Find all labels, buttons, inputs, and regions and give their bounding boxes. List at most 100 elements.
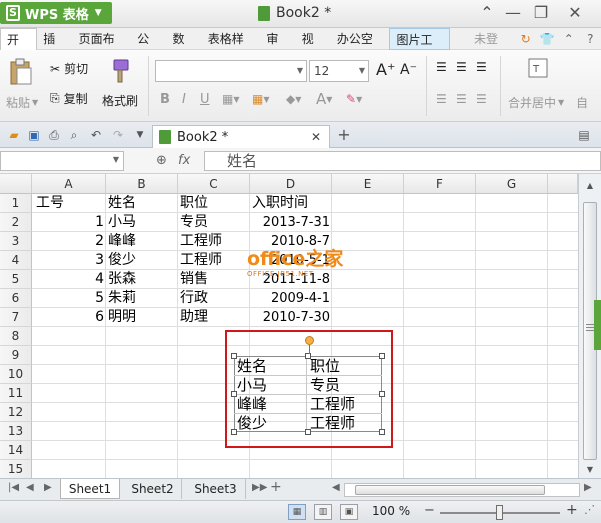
resize-handle[interactable]: [231, 429, 237, 435]
add-sheet-button[interactable]: +: [270, 479, 282, 495]
redo-icon[interactable]: ↷: [110, 127, 126, 143]
cell-b5[interactable]: 张森: [108, 270, 136, 289]
column-header-e[interactable]: E: [332, 174, 404, 194]
row-header-15[interactable]: 15: [0, 460, 32, 478]
sheet-tab-3[interactable]: Sheet3: [186, 479, 246, 499]
column-header-a[interactable]: A: [32, 174, 106, 194]
normal-view-icon[interactable]: ▦: [288, 504, 306, 520]
align-left-icon[interactable]: ☰: [436, 92, 447, 106]
underline-button[interactable]: U: [200, 92, 210, 107]
app-menu-button[interactable]: S WPS 表格 ▼: [0, 2, 112, 24]
auto-wrap-button[interactable]: 自: [576, 94, 588, 111]
paste-button[interactable]: 粘贴 ▼: [6, 94, 38, 111]
print-preview-icon[interactable]: ⌕: [66, 127, 82, 143]
restore-icon[interactable]: ❐: [530, 3, 552, 22]
formula-input[interactable]: 姓名: [204, 151, 601, 171]
chevron-down-icon[interactable]: ▼: [132, 127, 148, 143]
align-bottom-icon[interactable]: ☰: [476, 60, 487, 74]
column-header-d[interactable]: D: [250, 174, 332, 194]
cell-b2[interactable]: 小马: [108, 213, 136, 232]
cell-a3[interactable]: 2: [34, 232, 104, 251]
chevron-up-icon[interactable]: ⌃: [561, 31, 577, 47]
fill-color-icon[interactable]: ◆ ▼: [286, 92, 301, 106]
prev-sheet-icon[interactable]: ◀: [26, 482, 34, 493]
scroll-up-icon[interactable]: ▲: [582, 178, 598, 194]
column-header-b[interactable]: B: [106, 174, 178, 194]
menu-data[interactable]: 数据: [166, 28, 201, 68]
login-link[interactable]: 未登录: [468, 28, 515, 68]
cell-c2[interactable]: 专员: [180, 213, 208, 232]
merge-center-button[interactable]: 合并居中 ▼: [508, 94, 564, 111]
font-size-combo[interactable]: 12 ▼: [309, 60, 369, 82]
side-panel-tab[interactable]: [594, 300, 601, 350]
rotate-handle[interactable]: [305, 336, 314, 345]
row-header-4[interactable]: 4: [0, 251, 32, 270]
scroll-down-icon[interactable]: ▼: [582, 462, 598, 478]
column-header-g[interactable]: G: [476, 174, 548, 194]
shirt-icon[interactable]: 👕: [539, 31, 555, 47]
cell-b7[interactable]: 明明: [108, 308, 136, 327]
chevron-up-icon[interactable]: ⌃: [476, 3, 498, 22]
resize-handle[interactable]: [379, 429, 385, 435]
help-icon[interactable]: ?: [583, 31, 599, 47]
sheet-tab-1[interactable]: Sheet1: [60, 479, 120, 499]
font-name-combo[interactable]: ▼: [155, 60, 307, 82]
row-header-10[interactable]: 10: [0, 365, 32, 384]
spreadsheet-grid[interactable]: A B C D E F G 1 2 3 4 5 6 7 8 9 10 11 12…: [0, 174, 578, 478]
column-header-f[interactable]: F: [404, 174, 476, 194]
resize-handle[interactable]: [231, 353, 237, 359]
cell-a2[interactable]: 1: [34, 213, 104, 232]
row-header-9[interactable]: 9: [0, 346, 32, 365]
hscroll-left-icon[interactable]: ◀: [332, 482, 340, 493]
sync-icon[interactable]: ↻: [518, 31, 534, 47]
menu-home[interactable]: 开始: [0, 27, 38, 69]
menu-view[interactable]: 视图: [296, 28, 331, 68]
select-all-corner[interactable]: [0, 174, 32, 194]
resize-handle[interactable]: [379, 353, 385, 359]
row-header-13[interactable]: 13: [0, 422, 32, 441]
save-icon[interactable]: ▣: [26, 127, 42, 143]
hscroll-thumb[interactable]: [355, 485, 545, 495]
copy-button[interactable]: ⎘ 复制: [50, 90, 88, 107]
zoom-in-icon[interactable]: +: [566, 502, 578, 518]
border-icon[interactable]: ▦ ▼: [222, 92, 240, 106]
merge-center-icon[interactable]: T: [528, 58, 548, 78]
decrease-font-icon[interactable]: A⁻: [400, 62, 417, 78]
full-screen-view-icon[interactable]: ▣: [340, 504, 358, 520]
cell-d7[interactable]: 2010-7-30: [252, 308, 330, 327]
menu-formulas[interactable]: 公式: [131, 28, 166, 68]
tab-list-icon[interactable]: ▤: [576, 127, 592, 143]
menu-table-style[interactable]: 表格样式: [202, 28, 261, 68]
row-header-3[interactable]: 3: [0, 232, 32, 251]
row-header-6[interactable]: 6: [0, 289, 32, 308]
italic-button[interactable]: I: [182, 92, 186, 107]
zoom-out-icon[interactable]: −: [424, 503, 435, 518]
row-header-14[interactable]: 14: [0, 441, 32, 460]
cut-button[interactable]: ✂ 剪切: [50, 60, 88, 77]
cell-b4[interactable]: 俊少: [108, 251, 136, 270]
fx-icon[interactable]: fx: [178, 153, 190, 168]
undo-icon[interactable]: ↶: [88, 127, 104, 143]
cell-c1[interactable]: 职位: [180, 194, 208, 213]
close-icon[interactable]: ✕: [564, 3, 586, 22]
paste-icon[interactable]: [8, 58, 34, 88]
sheet-tab-2[interactable]: Sheet2: [124, 479, 182, 499]
sheet-scroll-right-icon[interactable]: ▶▶: [252, 482, 267, 493]
row-header-11[interactable]: 11: [0, 384, 32, 403]
cell-b1[interactable]: 姓名: [108, 194, 136, 213]
cell-c6[interactable]: 行政: [180, 289, 208, 308]
resize-handle[interactable]: [305, 353, 311, 359]
cell-c7[interactable]: 助理: [180, 308, 208, 327]
cell-a7[interactable]: 6: [34, 308, 104, 327]
folder-icon[interactable]: ▰: [6, 127, 22, 143]
cell-a5[interactable]: 4: [34, 270, 104, 289]
align-right-icon[interactable]: ☰: [476, 92, 487, 106]
row-header-12[interactable]: 12: [0, 403, 32, 422]
name-box[interactable]: ▼: [0, 151, 124, 171]
clear-format-icon[interactable]: ✎ ▼: [346, 92, 362, 106]
cell-d6[interactable]: 2009-4-1: [252, 289, 330, 308]
bold-button[interactable]: B: [160, 92, 170, 107]
font-color-icon[interactable]: A ▼: [316, 90, 332, 108]
minimize-icon[interactable]: —: [502, 3, 524, 22]
cell-c3[interactable]: 工程师: [180, 232, 222, 251]
